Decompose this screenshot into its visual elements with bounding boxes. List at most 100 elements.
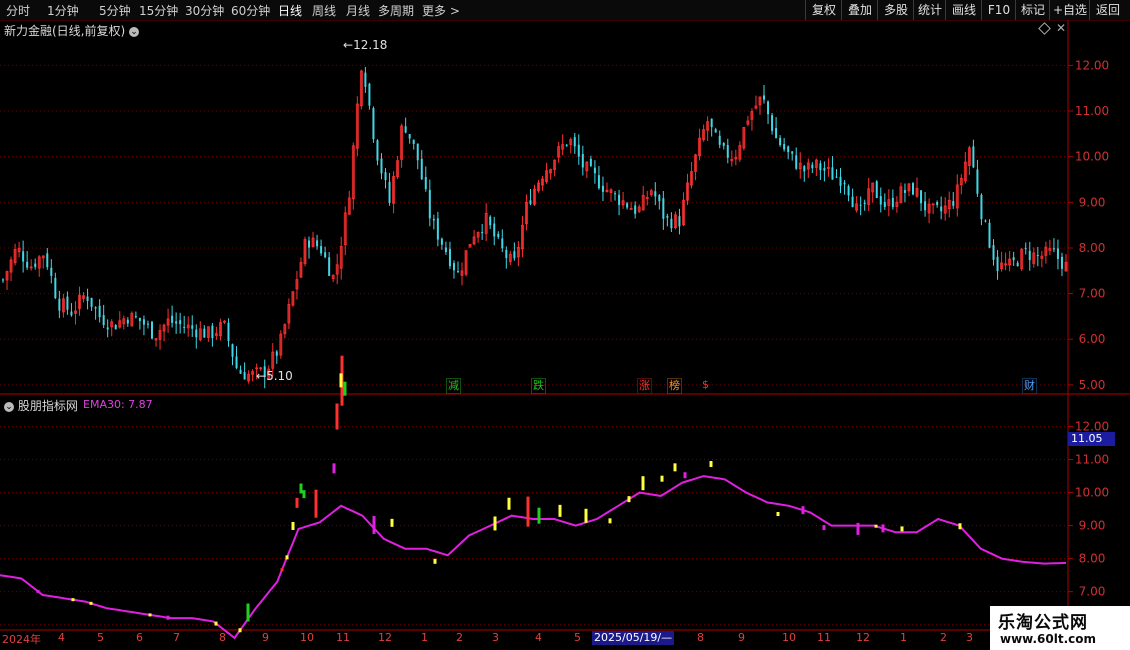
candle-body xyxy=(412,139,415,144)
candle-body xyxy=(142,319,145,325)
candle-body xyxy=(380,158,383,174)
event-marker[interactable]: 涨 xyxy=(637,378,652,394)
candle-body xyxy=(493,223,496,237)
candle-body xyxy=(428,189,431,219)
candle-body xyxy=(903,190,906,193)
candle-body xyxy=(763,95,766,100)
ema-legend: EMA30: 7.87 xyxy=(83,398,153,411)
signal-bar xyxy=(214,621,218,626)
candle-body xyxy=(58,298,61,311)
indicator-name: 股朋指标网 xyxy=(17,399,78,413)
candle-body xyxy=(783,143,786,150)
signal-bar xyxy=(608,518,612,524)
candle-body xyxy=(791,151,794,154)
candle-body xyxy=(634,205,637,214)
candle-body xyxy=(666,215,669,218)
y-tick-label: 9.00 xyxy=(1079,195,1106,209)
event-marker[interactable]: 跌 xyxy=(531,378,546,394)
signal-bar xyxy=(874,524,878,528)
candle-body xyxy=(529,200,532,204)
candle-body xyxy=(714,129,717,133)
candle-body xyxy=(54,277,57,299)
ema-layer xyxy=(0,355,1067,640)
candle-body xyxy=(452,263,455,271)
signal-bar xyxy=(285,555,289,560)
x-tick-label: 6 xyxy=(136,631,143,644)
candle-body xyxy=(775,128,778,139)
candle-body xyxy=(996,256,999,271)
candle-body xyxy=(819,163,822,171)
kline-chart: 5.006.007.008.009.0010.0011.0012.006.007… xyxy=(0,20,1130,640)
signal-bar xyxy=(627,496,631,503)
signal-bar xyxy=(709,461,713,468)
indicator-title: ⌄ 股朋指标网 xyxy=(4,397,78,414)
signal-bar xyxy=(343,381,347,396)
candle-body xyxy=(50,267,53,276)
candle-body xyxy=(1028,250,1031,261)
low-value: 5.10 xyxy=(266,369,293,383)
signal-bar xyxy=(280,568,284,572)
signal-bar xyxy=(822,525,826,531)
x-tick-label: 9 xyxy=(738,631,745,644)
candle-body xyxy=(565,144,568,146)
signal-bar xyxy=(148,613,152,617)
x-tick-label: 10 xyxy=(300,631,314,644)
x-tick-label: 2 xyxy=(940,631,947,644)
candle-body xyxy=(863,202,866,205)
arrow-icon: ← xyxy=(256,369,267,383)
arrow-icon: ← xyxy=(343,38,354,52)
candle-body xyxy=(779,137,782,146)
event-marker[interactable]: 榜 xyxy=(667,378,682,394)
candle-body xyxy=(1052,248,1055,250)
candle-body xyxy=(1012,257,1015,261)
signal-bar xyxy=(89,601,93,605)
close-icon[interactable]: ✕ xyxy=(1056,21,1066,35)
y-tick-label: 12.00 xyxy=(1075,58,1109,72)
candle-body xyxy=(179,320,182,325)
y-tick-label: 10.00 xyxy=(1075,150,1109,164)
candle-body xyxy=(811,164,814,169)
candle-body xyxy=(94,307,97,309)
y-tick-label: 7.00 xyxy=(1079,287,1106,301)
price-tag: 11.05 xyxy=(1068,432,1115,446)
candle-body xyxy=(328,257,331,276)
event-marker[interactable]: 财 xyxy=(1022,378,1037,394)
candle-body xyxy=(851,196,854,208)
chevron-down-icon[interactable]: ⌄ xyxy=(4,401,14,412)
candle-body xyxy=(106,327,109,330)
candle-body xyxy=(497,233,500,238)
ema30-line xyxy=(0,475,1067,640)
candle-body xyxy=(275,351,278,356)
event-marker[interactable]: 减 xyxy=(446,378,461,394)
signal-bar xyxy=(433,558,437,564)
y-tick-label: 9.00 xyxy=(1079,519,1106,533)
candle-body xyxy=(924,201,927,211)
candle-body xyxy=(98,305,101,318)
event-marker[interactable]: $ xyxy=(701,378,710,392)
signal-bar xyxy=(166,615,170,620)
candle-body xyxy=(481,232,484,234)
candle-body xyxy=(171,315,174,323)
candle-body xyxy=(46,253,49,268)
candle-body xyxy=(235,356,238,369)
candle-body xyxy=(597,175,600,189)
chevron-down-icon[interactable]: ⌄ xyxy=(129,26,140,37)
candle-body xyxy=(324,252,327,258)
signal-bar xyxy=(641,476,645,491)
signal-bar xyxy=(302,490,306,499)
candle-body xyxy=(658,195,661,202)
signal-bar xyxy=(558,504,562,517)
candle-body xyxy=(593,167,596,174)
watermark: 乐淘公式网 www.60lt.com xyxy=(990,606,1130,650)
candle-body xyxy=(879,196,882,205)
candle-body xyxy=(416,143,419,161)
candle-body xyxy=(767,101,770,115)
x-tick-label: 12 xyxy=(856,631,870,644)
x-tick-label: 5 xyxy=(574,631,581,644)
signal-bar xyxy=(335,403,339,430)
candle-body xyxy=(195,329,198,338)
y-tick-label: 8.00 xyxy=(1079,241,1106,255)
signal-bar xyxy=(584,508,588,523)
candle-body xyxy=(573,137,576,147)
y-tick-label: 8.00 xyxy=(1079,552,1106,566)
